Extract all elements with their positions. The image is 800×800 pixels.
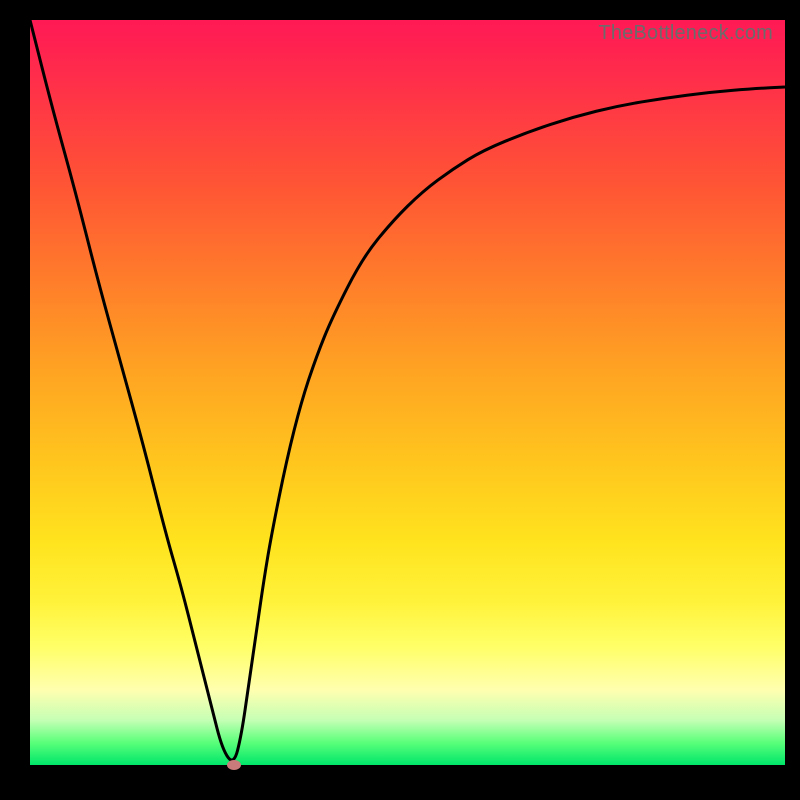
- plot-area: TheBottleneck.com: [30, 20, 785, 765]
- chart-frame: TheBottleneck.com: [0, 0, 800, 800]
- curve-path: [30, 20, 785, 760]
- bottleneck-curve: [30, 20, 785, 765]
- minimum-marker: [227, 760, 241, 770]
